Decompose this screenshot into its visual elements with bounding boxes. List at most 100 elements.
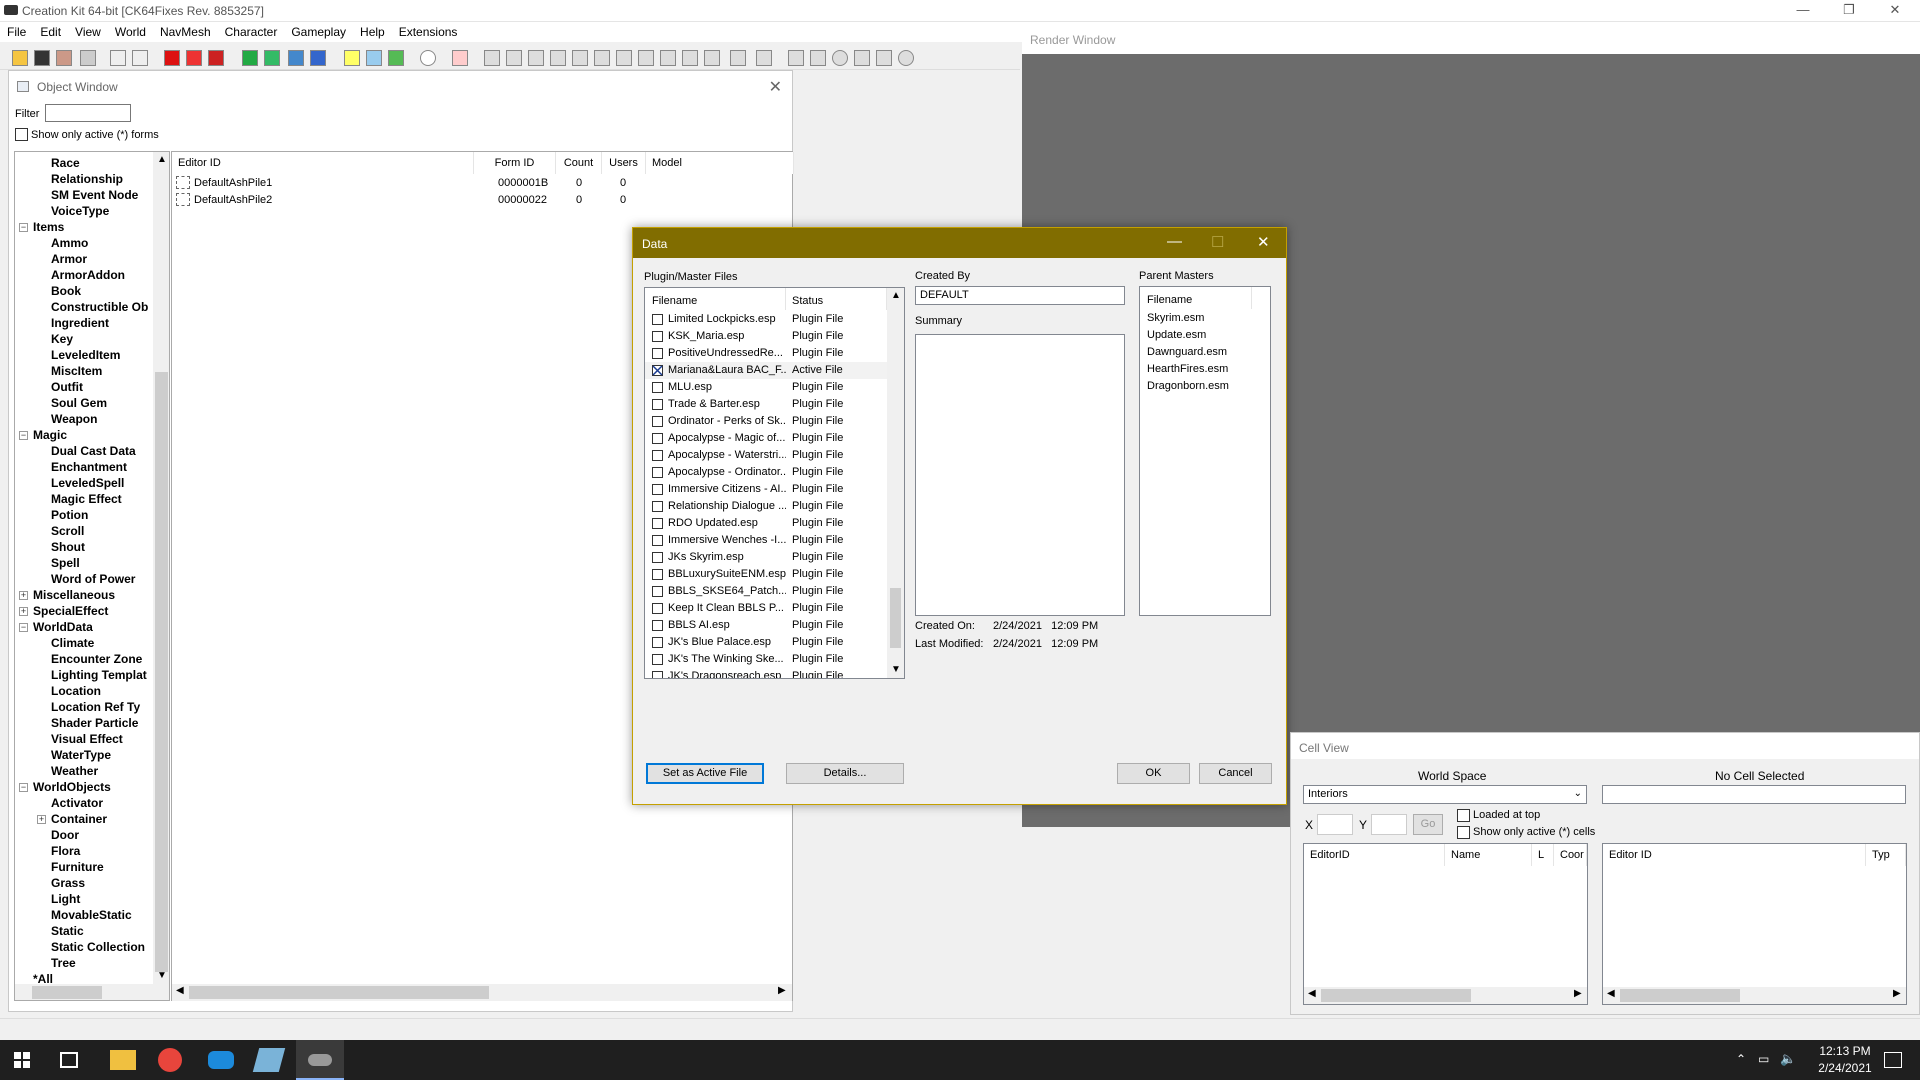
plugin-row[interactable]: JKs Skyrim.esp Plugin File <box>645 549 887 566</box>
tool-icon-12[interactable] <box>730 50 746 66</box>
tree-item[interactable]: Climate <box>51 636 94 650</box>
tree-item[interactable]: Door <box>51 828 79 842</box>
tree-item[interactable]: Location <box>51 684 101 698</box>
preferences-icon[interactable] <box>56 50 72 66</box>
tree-item[interactable]: Flora <box>51 844 80 858</box>
cell-col-l[interactable]: L <box>1532 844 1554 866</box>
tree-item[interactable]: VoiceType <box>51 204 109 218</box>
tree-item[interactable]: Weapon <box>51 412 97 426</box>
plugin-checkbox[interactable] <box>652 654 663 665</box>
close-icon[interactable]: ✕ <box>769 77 782 97</box>
col-count[interactable]: Count <box>556 152 602 174</box>
tree-horizontal-scrollbar[interactable] <box>15 984 169 1000</box>
collapse-icon[interactable]: − <box>19 431 28 440</box>
cell-col-editorid[interactable]: EditorID <box>1304 844 1445 866</box>
plugin-col-filename[interactable]: Filename <box>645 288 786 310</box>
parent-master-item[interactable]: Dragonborn.esm <box>1147 380 1229 392</box>
summary-textarea[interactable] <box>915 334 1125 616</box>
scroll-up-icon[interactable]: ▲ <box>891 290 901 301</box>
tree-vertical-scrollbar[interactable]: ▲ ▼ <box>153 152 169 984</box>
plugin-row[interactable]: JK's The Winking Ske... Plugin File <box>645 651 887 668</box>
tree-item[interactable]: Static <box>51 924 84 938</box>
tree-item[interactable]: Container <box>51 812 107 826</box>
ref-hscroll[interactable]: ◀ ▶ <box>1603 987 1906 1004</box>
plugin-row[interactable]: BBLS_SKSE64_Patch... Plugin File <box>645 583 887 600</box>
plugin-checkbox[interactable] <box>652 348 663 359</box>
app-icon[interactable] <box>208 1051 234 1069</box>
chrome-icon[interactable] <box>158 1048 182 1072</box>
collapse-icon[interactable]: − <box>19 223 28 232</box>
creation-kit-taskbar-button[interactable] <box>296 1040 344 1080</box>
tool-icon-17[interactable] <box>854 50 870 66</box>
scroll-right-icon[interactable]: ▶ <box>1893 988 1901 999</box>
plugin-checkbox[interactable] <box>652 467 663 478</box>
tool-icon-15[interactable] <box>810 50 826 66</box>
tree-item[interactable]: LeveledSpell <box>51 476 124 490</box>
tree-item[interactable]: Constructible Ob <box>51 300 148 314</box>
tree-item[interactable]: Ingredient <box>51 316 109 330</box>
plugin-row[interactable]: Relationship Dialogue ... Plugin File <box>645 498 887 515</box>
tree-item[interactable]: Armor <box>51 252 87 266</box>
tool-icon-16[interactable] <box>832 50 848 66</box>
close-icon[interactable]: ✕ <box>1257 233 1270 251</box>
tree-item[interactable]: Weather <box>51 764 98 778</box>
plugin-row[interactable]: Limited Lockpicks.esp Plugin File <box>645 311 887 328</box>
data-files-icon[interactable] <box>80 50 96 66</box>
plugin-checkbox[interactable] <box>652 671 663 678</box>
plugin-row[interactable]: Trade & Barter.esp Plugin File <box>645 396 887 413</box>
water-icon[interactable] <box>310 50 326 66</box>
tree-item[interactable]: MiscItem <box>51 364 102 378</box>
created-by-field[interactable]: DEFAULT <box>915 286 1125 305</box>
tool-icon-14[interactable] <box>788 50 804 66</box>
show-active-cells-checkbox[interactable] <box>1457 826 1470 839</box>
tool-icon-8[interactable] <box>638 50 654 66</box>
tool-icon-1[interactable] <box>484 50 500 66</box>
plugin-row[interactable]: RDO Updated.esp Plugin File <box>645 515 887 532</box>
tree-item[interactable]: Soul Gem <box>51 396 107 410</box>
col-users[interactable]: Users <box>602 152 646 174</box>
list-horizontal-scrollbar[interactable]: ◀ ▶ <box>172 984 792 1001</box>
plugin-checkbox[interactable] <box>652 569 663 580</box>
set-active-file-button[interactable]: Set as Active File <box>646 763 764 784</box>
details-button[interactable]: Details... <box>786 763 904 784</box>
navmesh-icon[interactable] <box>208 50 224 66</box>
plugin-checkbox[interactable] <box>652 620 663 631</box>
plugin-row[interactable]: Keep It Clean BBLS P... Plugin File <box>645 600 887 617</box>
cell-name-field[interactable] <box>1602 785 1906 804</box>
menu-view[interactable]: View <box>68 22 108 39</box>
row-1-editor-id[interactable]: DefaultAshPile1 <box>194 177 272 189</box>
scroll-right-icon[interactable]: ▶ <box>1574 988 1582 999</box>
volume-icon[interactable]: 🔈 <box>1780 1051 1796 1075</box>
ref-hscroll-thumb[interactable] <box>1620 989 1740 1002</box>
parent-master-item[interactable]: Update.esm <box>1147 329 1206 341</box>
plugin-checkbox[interactable] <box>652 314 663 325</box>
chevron-up-icon[interactable]: ⌃ <box>1736 1052 1750 1076</box>
plugin-checkbox[interactable] <box>652 399 663 410</box>
task-view-icon[interactable] <box>60 1052 78 1068</box>
tree-item[interactable]: Race <box>51 156 80 170</box>
menu-extensions[interactable]: Extensions <box>392 22 465 39</box>
notifications-icon[interactable] <box>1884 1052 1902 1068</box>
plugin-checkbox[interactable] <box>652 535 663 546</box>
tree-item[interactable]: Enchantment <box>51 460 127 474</box>
plugin-checkbox[interactable] <box>652 484 663 495</box>
tool-icon-5[interactable] <box>572 50 588 66</box>
parent-master-item[interactable]: Skyrim.esm <box>1147 312 1204 324</box>
world-space-dropdown[interactable]: Interiors ⌄ <box>1303 785 1587 804</box>
tree-item[interactable]: Scroll <box>51 524 84 538</box>
notepad-icon[interactable] <box>252 1048 286 1072</box>
tree-item[interactable]: Activator <box>51 796 103 810</box>
plugin-checkbox[interactable] <box>652 518 663 529</box>
expand-icon[interactable]: + <box>19 591 28 600</box>
minimize-icon[interactable]: — <box>1167 233 1182 250</box>
tree-item[interactable]: Word of Power <box>51 572 135 586</box>
tree-item[interactable]: SpecialEffect <box>33 604 108 618</box>
menu-file[interactable]: File <box>0 22 33 39</box>
tool-icon-18[interactable] <box>876 50 892 66</box>
graph-icon[interactable] <box>452 50 468 66</box>
markers-icon[interactable] <box>288 50 304 66</box>
row-2-editor-id[interactable]: DefaultAshPile2 <box>194 194 272 206</box>
windows-start-icon[interactable] <box>14 1052 30 1068</box>
category-tree[interactable]: Race Relationship SM Event Node VoiceType − I… <box>14 151 170 1001</box>
tree-item[interactable]: Location Ref Ty <box>51 700 140 714</box>
